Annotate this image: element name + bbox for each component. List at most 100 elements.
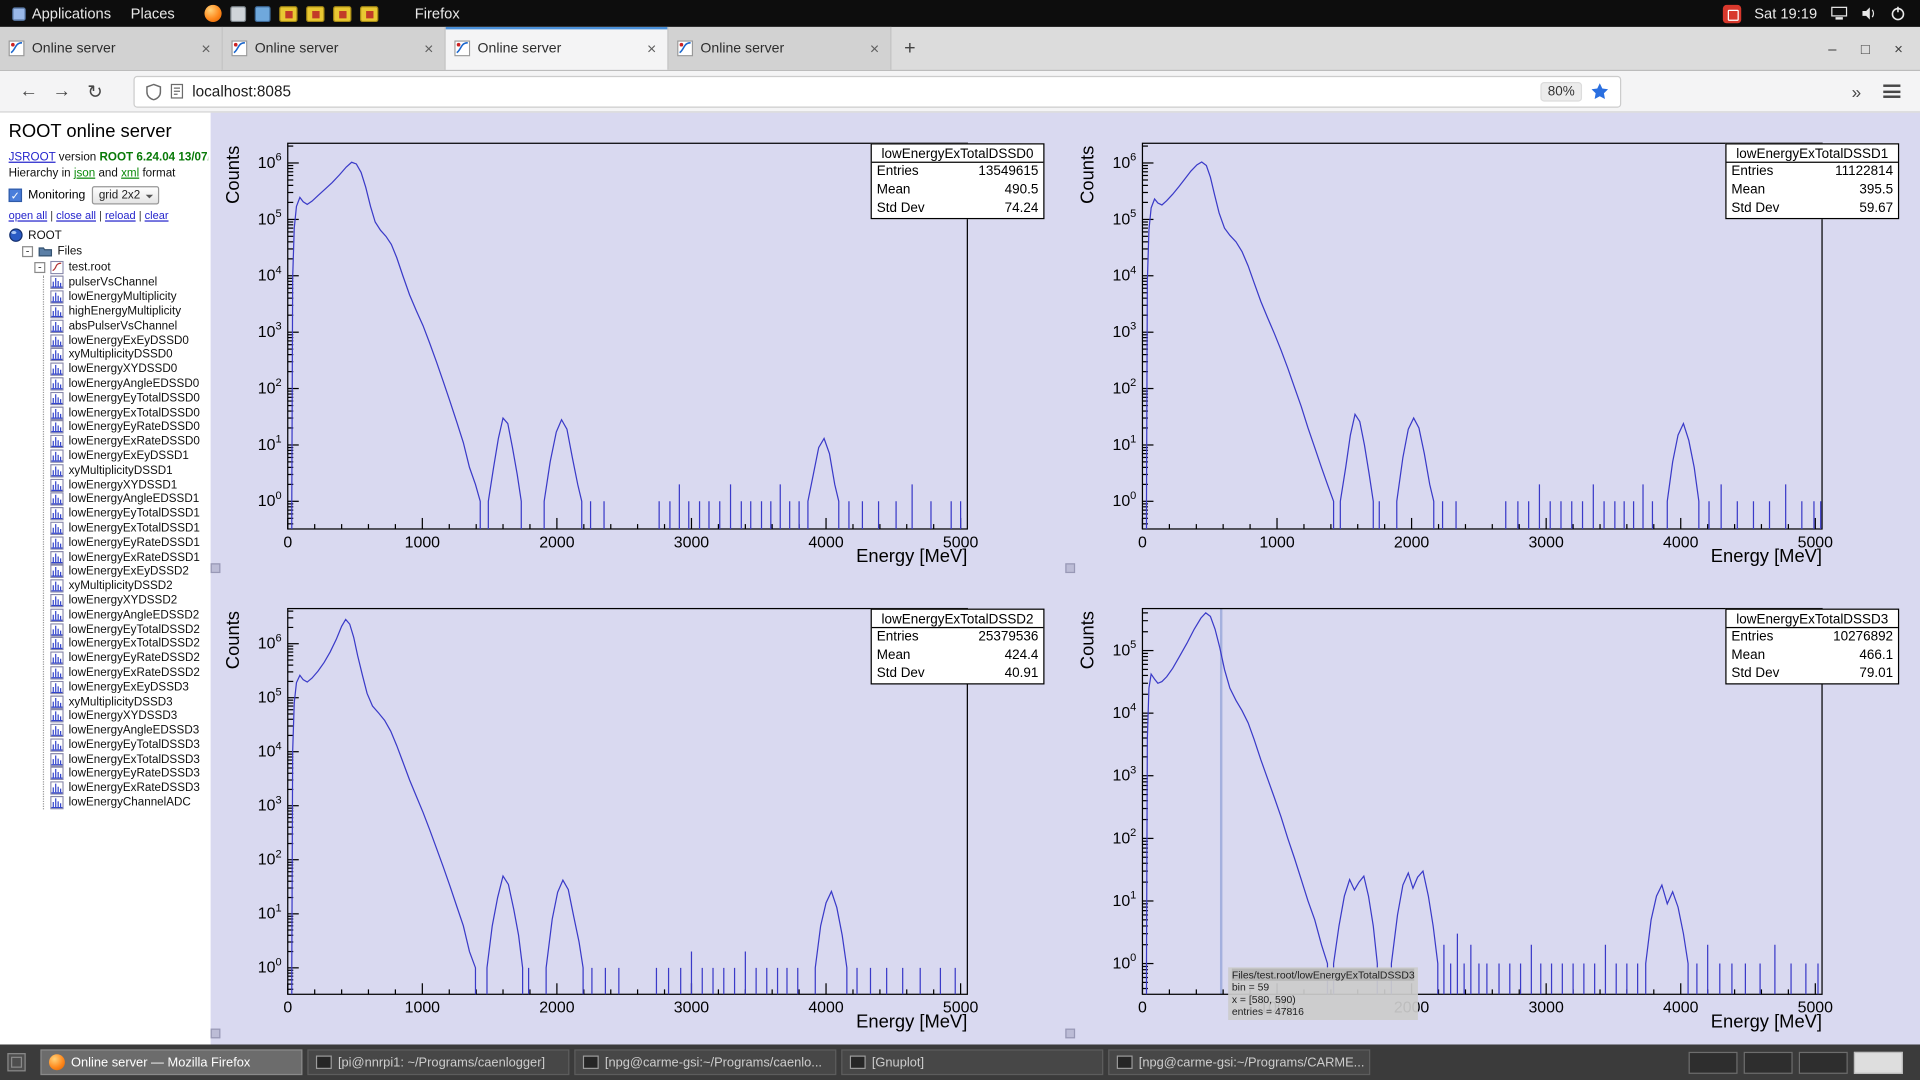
layout-select[interactable]: grid 2x2 <box>91 186 158 204</box>
collapse-toggle-icon[interactable]: - <box>34 261 45 272</box>
firefox-icon[interactable] <box>204 5 221 22</box>
app-icon[interactable] <box>279 6 297 22</box>
reload-button[interactable]: ↻ <box>78 80 111 102</box>
plot-pad-2[interactable]: 0100020003000400050001001011021031041051… <box>211 578 1066 1043</box>
overflow-menu-button[interactable]: » <box>1852 81 1862 101</box>
tree-item-lowEnergyExTotalDSSD1[interactable]: lowEnergyExTotalDSSD1 <box>44 521 211 535</box>
tree-item-absPulserVsChannel[interactable]: absPulserVsChannel <box>44 319 211 333</box>
tree-item-lowEnergyXYDSSD1[interactable]: lowEnergyXYDSSD1 <box>44 478 211 492</box>
plot-pad-1[interactable]: 0100020003000400050001001011021031041051… <box>1065 113 1920 578</box>
tree-item-lowEnergyEyRateDSSD3[interactable]: lowEnergyEyRateDSSD3 <box>44 767 211 781</box>
tree-node-files[interactable]: - Files <box>22 244 211 259</box>
window-minimize-button[interactable]: – <box>1828 40 1836 57</box>
forward-button[interactable]: → <box>45 81 78 102</box>
browser-tab-3[interactable]: Online server× <box>669 27 892 70</box>
app-icon[interactable] <box>230 6 246 22</box>
tree-item-lowEnergyEyTotalDSSD2[interactable]: lowEnergyEyTotalDSSD2 <box>44 622 211 636</box>
notification-icon[interactable] <box>1722 4 1740 22</box>
pad-resize-handle[interactable] <box>211 563 221 573</box>
monitoring-checkbox[interactable]: ✓ <box>9 189 22 202</box>
taskbar-window-4[interactable]: [npg@carme-gsi:~/Programs/CARME... <box>1108 1049 1370 1075</box>
tree-item-lowEnergyAngleEDSSD2[interactable]: lowEnergyAngleEDSSD2 <box>44 608 211 622</box>
browser-tab-1[interactable]: Online server× <box>223 27 446 70</box>
tree-action-reload[interactable]: reload <box>105 209 136 221</box>
workspace-cell-1[interactable] <box>1689 1051 1738 1073</box>
tree-item-lowEnergyExEyDSSD3[interactable]: lowEnergyExEyDSSD3 <box>44 680 211 694</box>
tracking-shield-icon[interactable] <box>146 83 162 100</box>
tree-item-lowEnergyExEyDSSD1[interactable]: lowEnergyExEyDSSD1 <box>44 449 211 463</box>
tree-item-lowEnergyExTotalDSSD2[interactable]: lowEnergyExTotalDSSD2 <box>44 637 211 651</box>
tree-item-lowEnergyEyRateDSSD0[interactable]: lowEnergyEyRateDSSD0 <box>44 420 211 434</box>
tree-item-lowEnergyChannelADC[interactable]: lowEnergyChannelADC <box>44 796 211 810</box>
tree-item-lowEnergyExRateDSSD2[interactable]: lowEnergyExRateDSSD2 <box>44 666 211 680</box>
tree-item-xyMultiplicityDSSD2[interactable]: xyMultiplicityDSSD2 <box>44 579 211 593</box>
taskbar-window-1[interactable]: [pi@nnrpi1: ~/Programs/caenlogger] <box>307 1049 569 1075</box>
tree-item-lowEnergyEyTotalDSSD0[interactable]: lowEnergyEyTotalDSSD0 <box>44 391 211 405</box>
workspace-cell-4[interactable] <box>1854 1051 1903 1073</box>
bookmark-star-icon[interactable] <box>1591 82 1609 100</box>
tree-item-lowEnergyEyTotalDSSD3[interactable]: lowEnergyEyTotalDSSD3 <box>44 738 211 752</box>
window-maximize-button[interactable]: □ <box>1861 40 1870 57</box>
tree-item-lowEnergyExRateDSSD0[interactable]: lowEnergyExRateDSSD0 <box>44 434 211 448</box>
url-text[interactable]: localhost:8085 <box>192 83 291 100</box>
plot-pad-0[interactable]: 0100020003000400050001001011021031041051… <box>211 113 1066 578</box>
tree-item-lowEnergyMultiplicity[interactable]: lowEnergyMultiplicity <box>44 290 211 304</box>
applications-menu[interactable]: Applications <box>12 5 111 22</box>
new-tab-button[interactable]: + <box>891 27 928 70</box>
pad-resize-handle[interactable] <box>211 1029 221 1039</box>
pad-resize-handle[interactable] <box>1065 1029 1075 1039</box>
tree-item-lowEnergyAngleEDSSD1[interactable]: lowEnergyAngleEDSSD1 <box>44 492 211 506</box>
stat-box-2[interactable]: lowEnergyExTotalDSSD2 Entries25379536 Me… <box>871 609 1045 685</box>
power-icon[interactable] <box>1891 6 1906 21</box>
tree-item-xyMultiplicityDSSD1[interactable]: xyMultiplicityDSSD1 <box>44 463 211 477</box>
tree-item-lowEnergyExRateDSSD3[interactable]: lowEnergyExRateDSSD3 <box>44 781 211 795</box>
tree-item-lowEnergyXYDSSD0[interactable]: lowEnergyXYDSSD0 <box>44 362 211 376</box>
stat-box-1[interactable]: lowEnergyExTotalDSSD1 Entries11122814 Me… <box>1725 143 1899 219</box>
tree-item-lowEnergyExRateDSSD1[interactable]: lowEnergyExRateDSSD1 <box>44 550 211 564</box>
tree-item-lowEnergyXYDSSD3[interactable]: lowEnergyXYDSSD3 <box>44 709 211 723</box>
taskbar-window-0[interactable]: Online server — Mozilla Firefox <box>40 1049 302 1075</box>
tab-close-button[interactable]: × <box>199 39 213 57</box>
places-menu[interactable]: Places <box>131 5 175 22</box>
collapse-toggle-icon[interactable]: - <box>22 246 33 257</box>
tree-item-lowEnergyExEyDSSD0[interactable]: lowEnergyExEyDSSD0 <box>44 333 211 347</box>
tree-item-lowEnergyExTotalDSSD0[interactable]: lowEnergyExTotalDSSD0 <box>44 406 211 420</box>
app-icon[interactable] <box>254 6 270 22</box>
hamburger-menu-button[interactable] <box>1883 81 1900 101</box>
tree-item-pulserVsChannel[interactable]: pulserVsChannel <box>44 276 211 290</box>
app-icon[interactable] <box>333 6 351 22</box>
stat-box-3[interactable]: lowEnergyExTotalDSSD3 Entries10276892 Me… <box>1725 609 1899 685</box>
stat-box-0[interactable]: lowEnergyExTotalDSSD0 Entries13549615 Me… <box>871 143 1045 219</box>
tree-item-highEnergyMultiplicity[interactable]: highEnergyMultiplicity <box>44 304 211 318</box>
network-icon[interactable] <box>1831 6 1848 21</box>
tab-close-button[interactable]: × <box>422 39 436 57</box>
tree-item-lowEnergyXYDSSD2[interactable]: lowEnergyXYDSSD2 <box>44 593 211 607</box>
back-button[interactable]: ← <box>12 81 45 102</box>
show-desktop-button[interactable] <box>7 1053 25 1071</box>
volume-icon[interactable] <box>1861 6 1877 21</box>
tree-item-lowEnergyAngleEDSSD3[interactable]: lowEnergyAngleEDSSD3 <box>44 723 211 737</box>
tree-action-clear[interactable]: clear <box>145 209 169 221</box>
tree-item-lowEnergyEyRateDSSD2[interactable]: lowEnergyEyRateDSSD2 <box>44 651 211 665</box>
tree-item-xyMultiplicityDSSD0[interactable]: xyMultiplicityDSSD0 <box>44 348 211 362</box>
tree-item-lowEnergyExTotalDSSD3[interactable]: lowEnergyExTotalDSSD3 <box>44 752 211 766</box>
browser-tab-0[interactable]: Online server× <box>0 27 223 70</box>
tree-item-lowEnergyExEyDSSD2[interactable]: lowEnergyExEyDSSD2 <box>44 564 211 578</box>
xml-link[interactable]: xml <box>121 167 139 180</box>
tree-item-xyMultiplicityDSSD3[interactable]: xyMultiplicityDSSD3 <box>44 694 211 708</box>
taskbar-window-2[interactable]: [npg@carme-gsi:~/Programs/caenlo... <box>574 1049 836 1075</box>
workspace-cell-2[interactable] <box>1744 1051 1793 1073</box>
tree-node-root[interactable]: ROOT <box>9 228 211 243</box>
app-icon[interactable] <box>306 6 324 22</box>
tree-action-close-all[interactable]: close all <box>56 209 96 221</box>
zoom-level-badge[interactable]: 80% <box>1540 81 1582 101</box>
tree-item-lowEnergyAngleEDSSD0[interactable]: lowEnergyAngleEDSSD0 <box>44 377 211 391</box>
active-app-menu[interactable]: Firefox <box>415 5 460 22</box>
plot-pad-3[interactable]: 010002000300040005000100101102103104105C… <box>1065 578 1920 1043</box>
taskbar-window-3[interactable]: [Gnuplot] <box>841 1049 1103 1075</box>
jsroot-link[interactable]: JSROOT <box>9 151 56 164</box>
page-info-icon[interactable] <box>170 83 183 99</box>
app-icon[interactable] <box>360 6 378 22</box>
workspace-cell-3[interactable] <box>1799 1051 1848 1073</box>
tree-node-file[interactable]: - test.root <box>34 260 210 275</box>
